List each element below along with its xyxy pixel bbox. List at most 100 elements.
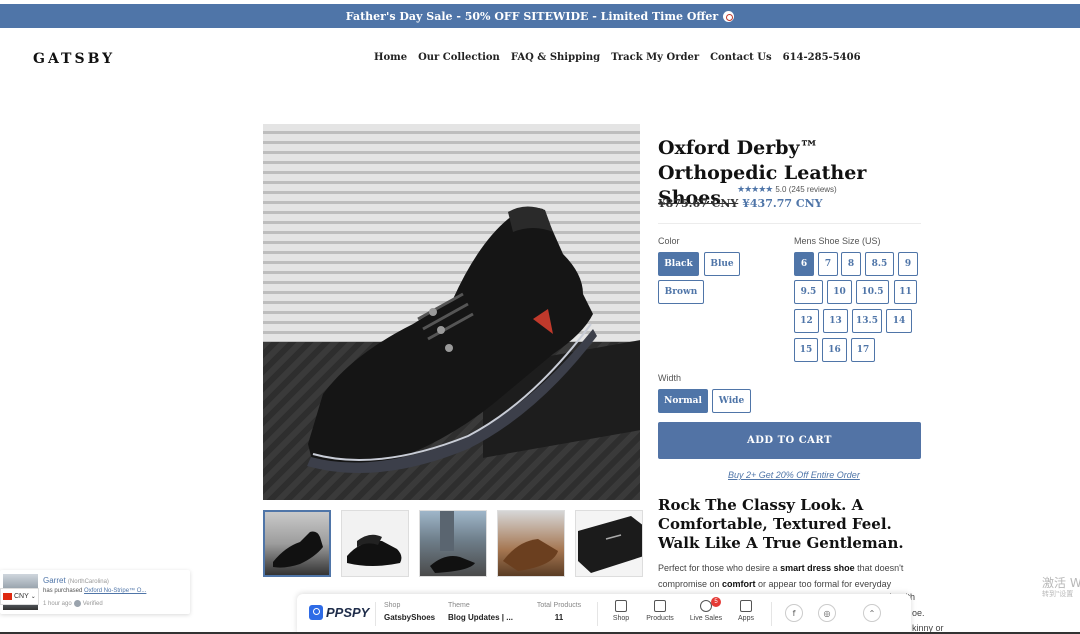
nav-track-order[interactable]: Track My Order (611, 52, 699, 63)
nav-our-collection[interactable]: Our Collection (418, 52, 500, 63)
alarm-clock-icon (723, 10, 735, 22)
sale-price: ¥437.77 CNY (742, 197, 823, 210)
total-value: 11 (554, 613, 564, 622)
size-option-11[interactable]: 11 (894, 280, 917, 304)
thumbnail-1[interactable] (263, 510, 331, 577)
size-label: Mens Shoe Size (US) (794, 236, 881, 246)
shop-value: GatsbyShoes (384, 613, 436, 622)
thumbnail-4[interactable] (497, 510, 565, 577)
bundle-offer-link[interactable]: Buy 2+ Get 20% Off Entire Order (728, 470, 860, 480)
verified-check-icon (73, 600, 81, 607)
ppspy-logo-text: PPSPY (326, 605, 370, 620)
verified-label: Verified (82, 600, 103, 607)
size-option-7[interactable]: 7 (818, 252, 838, 276)
thumbnail-5[interactable] (575, 510, 643, 577)
purchased-prefix: has purchased (43, 588, 85, 594)
size-option-16[interactable]: 16 (822, 338, 847, 362)
size-option-15[interactable]: 15 (794, 338, 818, 362)
total-key: Total Products (536, 602, 582, 609)
live-sales-button-label: Live Sales (689, 615, 723, 622)
ppspy-shop-field: Shop GatsbyShoes (384, 602, 435, 622)
bag-icon (654, 600, 666, 612)
size-option-10-5[interactable]: 10.5 (856, 280, 889, 304)
size-option-8[interactable]: 8 (841, 252, 861, 276)
chevron-down-icon: ⌄ (30, 594, 36, 600)
compare-price: ¥875.67 CNY (658, 197, 739, 210)
product-description: Perfect for those who desire a smart dre… (658, 561, 924, 592)
thumbnail-strip (263, 510, 643, 577)
separator (375, 602, 376, 626)
shop-key: Shop (384, 602, 401, 609)
size-option-9[interactable]: 9 (898, 252, 918, 276)
desc-fragment-2: oe. (912, 608, 925, 618)
size-option-6[interactable]: 6 (794, 252, 814, 276)
purchased-product-link[interactable]: Oxford No-Stripe™ O... (84, 588, 146, 594)
facebook-icon[interactable]: f (785, 604, 803, 622)
currency-selector[interactable]: CNY ⌄ (0, 588, 39, 605)
desc-text-1: Perfect for those who desire a (658, 563, 781, 573)
size-option-13-5[interactable]: 13.5 (852, 309, 882, 333)
ppspy-shop-button[interactable]: Shop (603, 600, 639, 622)
purchase-time: 1 hour ago Verified (43, 600, 103, 607)
ppspy-products-button[interactable]: Products (642, 600, 678, 622)
theme-value: Blog Updates | ... (448, 613, 513, 622)
shoe-illustration (307, 206, 597, 474)
announcement-bar: Father's Day Sale - 50% OFF SITEWIDE - L… (0, 4, 1080, 28)
nav-contact-us[interactable]: Contact Us (710, 52, 772, 63)
chevron-up-icon[interactable]: ⌃ (863, 604, 881, 622)
size-option-14[interactable]: 14 (886, 309, 912, 333)
buyer-location: (NorthCarolina) (67, 579, 109, 585)
size-option-13[interactable]: 13 (823, 309, 848, 333)
width-option-wide[interactable]: Wide (712, 389, 751, 413)
cube-icon (740, 600, 752, 612)
site-logo[interactable]: GATSBY (33, 51, 115, 67)
desc-bold-2: comfort (722, 578, 756, 589)
ppspy-theme-field: Theme Blog Updates | ... (448, 602, 513, 622)
color-option-blue[interactable]: Blue (704, 252, 740, 276)
instagram-icon[interactable]: ◎ (818, 604, 836, 622)
size-option-8-5[interactable]: 8.5 (865, 252, 894, 276)
thumbnail-3[interactable] (419, 510, 487, 577)
nav-faq-shipping[interactable]: FAQ & Shipping (511, 52, 600, 63)
shop-button-label: Shop (612, 615, 630, 622)
size-option-17[interactable]: 17 (851, 338, 875, 362)
nav-home[interactable]: Home (374, 52, 407, 63)
apps-button-label: Apps (738, 615, 754, 622)
currency-code: CNY (14, 593, 29, 600)
announcement-text: Father's Day Sale - 50% OFF SITEWIDE - L… (345, 9, 719, 23)
time-ago: 1 hour ago (43, 600, 72, 607)
width-label: Width (658, 373, 682, 383)
products-button-label: Products (646, 615, 674, 622)
size-option-9-5[interactable]: 9.5 (794, 280, 823, 304)
color-label: Color (658, 236, 680, 246)
ppspy-logo[interactable]: PPSPY (309, 605, 369, 620)
buyer-name: Garret (43, 576, 66, 585)
ppspy-apps-button[interactable]: Apps (728, 600, 764, 622)
desc-text-3: or appear too formal for everyday (755, 578, 892, 589)
live-sales-badge: 5 (711, 597, 721, 607)
price-block: ¥875.67 CNY ¥437.77 CNY (658, 197, 823, 210)
thumbnail-2[interactable] (341, 510, 409, 577)
rating-text: 5.0 (245 reviews) (775, 185, 837, 194)
width-option-normal[interactable]: Normal (658, 389, 708, 413)
size-option-10[interactable]: 10 (827, 280, 852, 304)
purchase-line: has purchased Oxford No-Stripe™ O... (43, 588, 146, 594)
separator (597, 602, 598, 626)
product-rating[interactable]: ★★★★★ 5.0 (245 reviews) (737, 184, 837, 195)
product-headline: Rock The Classy Look. A Comfortable, Tex… (658, 496, 904, 552)
theme-key: Theme (448, 602, 470, 609)
main-product-image[interactable] (263, 124, 640, 500)
separator (771, 602, 772, 626)
nav-phone[interactable]: 614-285-5406 (783, 52, 861, 63)
star-rating-icon: ★★★★★ (737, 184, 773, 194)
color-option-black[interactable]: Black (658, 252, 699, 276)
home-icon (615, 600, 627, 612)
buyer-line: Garret (NorthCarolina) (43, 576, 109, 585)
divider (658, 223, 921, 224)
desc-bold-1: smart dress shoe (780, 563, 855, 573)
color-option-brown[interactable]: Brown (658, 280, 704, 304)
ppspy-live-sales-button[interactable]: 5 Live Sales (688, 597, 724, 622)
china-flag-icon (3, 593, 12, 600)
size-option-12[interactable]: 12 (794, 309, 819, 333)
add-to-cart-button[interactable]: ADD TO CART (658, 422, 921, 459)
